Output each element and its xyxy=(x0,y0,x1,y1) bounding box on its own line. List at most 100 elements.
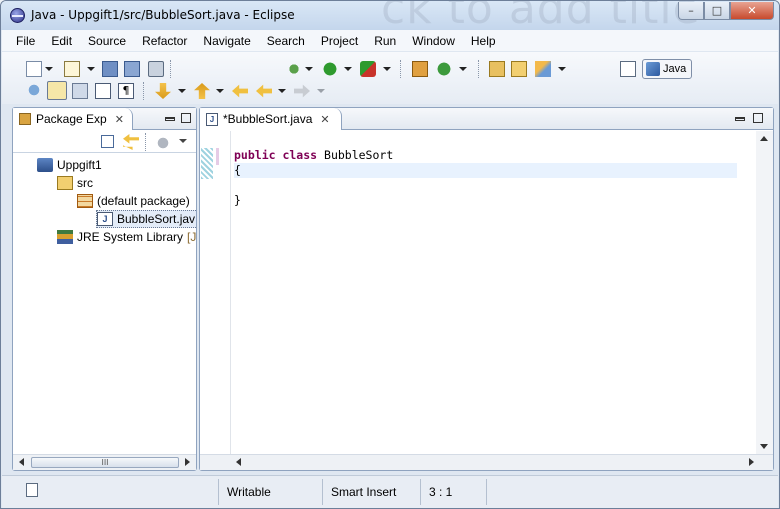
back-icon[interactable] xyxy=(256,84,272,98)
minimize-view-icon[interactable] xyxy=(735,117,745,121)
scroll-thumb[interactable]: III xyxy=(31,457,179,468)
code-editor[interactable]: public class BubbleSort { } xyxy=(200,131,773,454)
tree-item-jre-library[interactable]: JRE System Library [Ja xyxy=(57,228,196,246)
back-dropdown-icon[interactable] xyxy=(278,89,286,93)
next-annotation-dropdown-icon[interactable] xyxy=(178,89,186,93)
open-type-icon[interactable] xyxy=(489,61,505,77)
menu-project[interactable]: Project xyxy=(313,34,366,48)
open-folder-icon[interactable] xyxy=(511,61,527,77)
menu-edit[interactable]: Edit xyxy=(43,34,80,48)
close-button[interactable]: ✕ xyxy=(730,2,774,20)
close-icon[interactable]: ✕ xyxy=(320,113,329,126)
view-menu-icon[interactable] xyxy=(179,139,187,143)
minimize-view-icon[interactable] xyxy=(165,117,175,121)
run-dropdown-icon[interactable] xyxy=(344,67,352,71)
tree-item-src[interactable]: src xyxy=(57,174,93,192)
menu-help[interactable]: Help xyxy=(463,34,504,48)
tree-item-suffix: [Ja xyxy=(187,230,196,244)
save-all-icon[interactable] xyxy=(124,61,140,77)
background-watermark-text: ck to add title xyxy=(381,1,701,30)
tree-item-label: (default package) xyxy=(97,194,190,208)
toggle-mark-occurrences-icon[interactable] xyxy=(47,81,67,100)
code-content[interactable]: public class BubbleSort { } xyxy=(234,148,737,208)
debug-icon[interactable] xyxy=(286,61,302,77)
collapse-all-icon[interactable] xyxy=(101,135,114,148)
new-java-class-icon[interactable] xyxy=(436,61,452,77)
open-perspective-icon[interactable] xyxy=(620,61,636,77)
eclipse-app-icon[interactable] xyxy=(10,8,25,23)
toggle-breadcrumb-icon[interactable] xyxy=(26,82,42,98)
menu-run[interactable]: Run xyxy=(366,34,404,48)
menu-bar: File Edit Source Refactor Navigate Searc… xyxy=(2,30,778,51)
scroll-right-icon[interactable] xyxy=(749,458,754,466)
scroll-down-icon[interactable] xyxy=(760,444,768,449)
new-class-dropdown-icon[interactable] xyxy=(459,67,467,71)
toggle-block-selection-icon[interactable] xyxy=(72,83,88,99)
package-explorer-toolbar xyxy=(13,131,196,153)
package-horizontal-scrollbar[interactable]: III xyxy=(13,454,196,470)
source-folder-icon xyxy=(57,176,73,190)
previous-annotation-icon[interactable] xyxy=(194,83,210,99)
show-whitespace-icon[interactable]: ¶ xyxy=(118,83,134,99)
maximize-view-icon[interactable] xyxy=(753,113,763,123)
change-marker xyxy=(201,148,213,179)
forward-dropdown-icon[interactable] xyxy=(317,89,325,93)
java-perspective-button[interactable]: Java xyxy=(642,59,692,79)
scroll-right-icon[interactable] xyxy=(185,458,190,466)
tree-item-label: src xyxy=(77,176,93,190)
run-external-tools-icon[interactable] xyxy=(360,61,376,77)
new-icon[interactable] xyxy=(26,61,42,77)
status-insert-mode: Smart Insert xyxy=(322,479,420,505)
menu-navigate[interactable]: Navigate xyxy=(195,34,258,48)
fast-view-icon[interactable] xyxy=(26,483,38,497)
package-explorer-view: Package Exp ✕ Uppgift1 src (default pack… xyxy=(12,107,197,471)
new-type-dropdown-icon[interactable] xyxy=(87,67,95,71)
tree-item-project[interactable]: Uppgift1 xyxy=(37,156,102,174)
search-icon[interactable] xyxy=(535,61,551,77)
editor-horizontal-scrollbar[interactable] xyxy=(200,454,773,470)
editor-tabstrip: J *BubbleSort.java ✕ xyxy=(200,108,773,130)
debug-dropdown-icon[interactable] xyxy=(305,67,313,71)
link-with-editor-icon[interactable] xyxy=(123,134,139,150)
menu-search[interactable]: Search xyxy=(259,34,313,48)
last-edit-location-icon[interactable] xyxy=(232,84,248,98)
search-dropdown-icon[interactable] xyxy=(558,67,566,71)
new-dropdown-icon[interactable] xyxy=(45,67,53,71)
tree-item-default-package[interactable]: (default package) xyxy=(77,192,190,210)
show-source-icon[interactable] xyxy=(95,83,111,99)
overview-ruler[interactable] xyxy=(200,131,214,454)
tab-bubblesort-java[interactable]: J *BubbleSort.java ✕ xyxy=(200,108,342,130)
menu-window[interactable]: Window xyxy=(404,34,463,48)
package-explorer-tab-label: Package Exp xyxy=(36,112,107,126)
tree-item-bubblesort[interactable]: J BubbleSort.jav xyxy=(96,210,196,228)
filters-icon[interactable] xyxy=(155,135,171,151)
previous-annotation-dropdown-icon[interactable] xyxy=(216,89,224,93)
scroll-left-icon[interactable] xyxy=(19,458,24,466)
close-icon[interactable]: ✕ xyxy=(115,113,124,126)
external-tools-dropdown-icon[interactable] xyxy=(383,67,391,71)
minimize-button[interactable]: – xyxy=(678,2,704,20)
toolbar-separator xyxy=(145,133,146,151)
new-java-package-icon[interactable] xyxy=(64,61,80,77)
code-line: public class BubbleSort xyxy=(234,148,737,163)
tab-package-explorer[interactable]: Package Exp ✕ xyxy=(13,108,133,130)
save-icon[interactable] xyxy=(102,61,118,77)
scroll-left-icon[interactable] xyxy=(236,458,241,466)
editor-vertical-scrollbar[interactable] xyxy=(756,131,773,454)
menu-source[interactable]: Source xyxy=(80,34,134,48)
title-bar[interactable]: ck to add title Java - Uppgift1/src/Bubb… xyxy=(1,1,779,30)
scroll-up-icon[interactable] xyxy=(760,136,768,141)
menu-file[interactable]: File xyxy=(8,34,43,48)
maximize-button[interactable]: □ xyxy=(704,2,730,20)
print-icon[interactable] xyxy=(148,61,164,77)
forward-icon[interactable] xyxy=(294,84,310,98)
next-annotation-icon[interactable] xyxy=(155,83,171,99)
code-text: { xyxy=(234,163,241,177)
new-java-project-icon[interactable] xyxy=(412,61,428,77)
run-icon[interactable] xyxy=(322,61,338,77)
menu-refactor[interactable]: Refactor xyxy=(134,34,195,48)
tree-item-label: Uppgift1 xyxy=(57,158,102,172)
line-gutter[interactable] xyxy=(216,131,231,454)
maximize-view-icon[interactable] xyxy=(181,113,191,123)
annotation-marker xyxy=(216,148,219,165)
